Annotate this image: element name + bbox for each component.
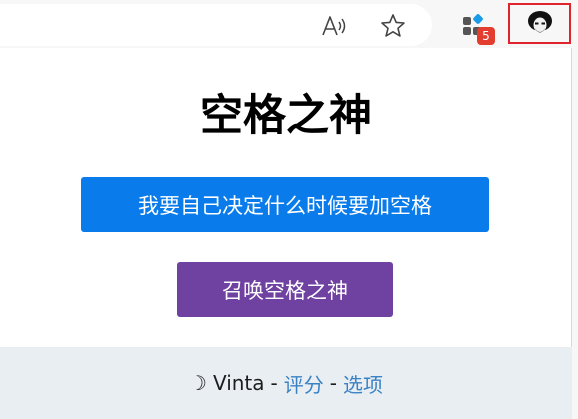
browser-toolbar: 5 <box>0 0 578 48</box>
moon-icon: ☽ <box>189 371 207 395</box>
extensions-badge: 5 <box>477 27 495 45</box>
options-link[interactable]: 选项 <box>343 369 383 398</box>
decide-spacing-button[interactable]: 我要自己决定什么时候要加空格 <box>81 177 489 232</box>
space-god-extension-button[interactable] <box>508 3 571 44</box>
popup-footer: ☽ Vinta - 评分 - 选项 <box>0 347 572 419</box>
space-god-avatar-icon <box>527 10 552 32</box>
read-aloud-icon[interactable] <box>318 10 350 42</box>
popup-title: 空格之神 <box>200 91 372 141</box>
address-bar[interactable] <box>0 4 432 46</box>
author-name: Vinta <box>212 371 265 395</box>
footer-separator: - <box>270 371 278 395</box>
summon-space-god-button[interactable]: 召唤空格之神 <box>177 262 393 317</box>
star-icon[interactable] <box>377 10 409 42</box>
extension-popup: 空格之神 我要自己决定什么时候要加空格 召唤空格之神 ☽ Vinta - 评分 … <box>0 48 572 419</box>
rate-link[interactable]: 评分 <box>284 369 324 398</box>
footer-separator: - <box>329 371 337 395</box>
